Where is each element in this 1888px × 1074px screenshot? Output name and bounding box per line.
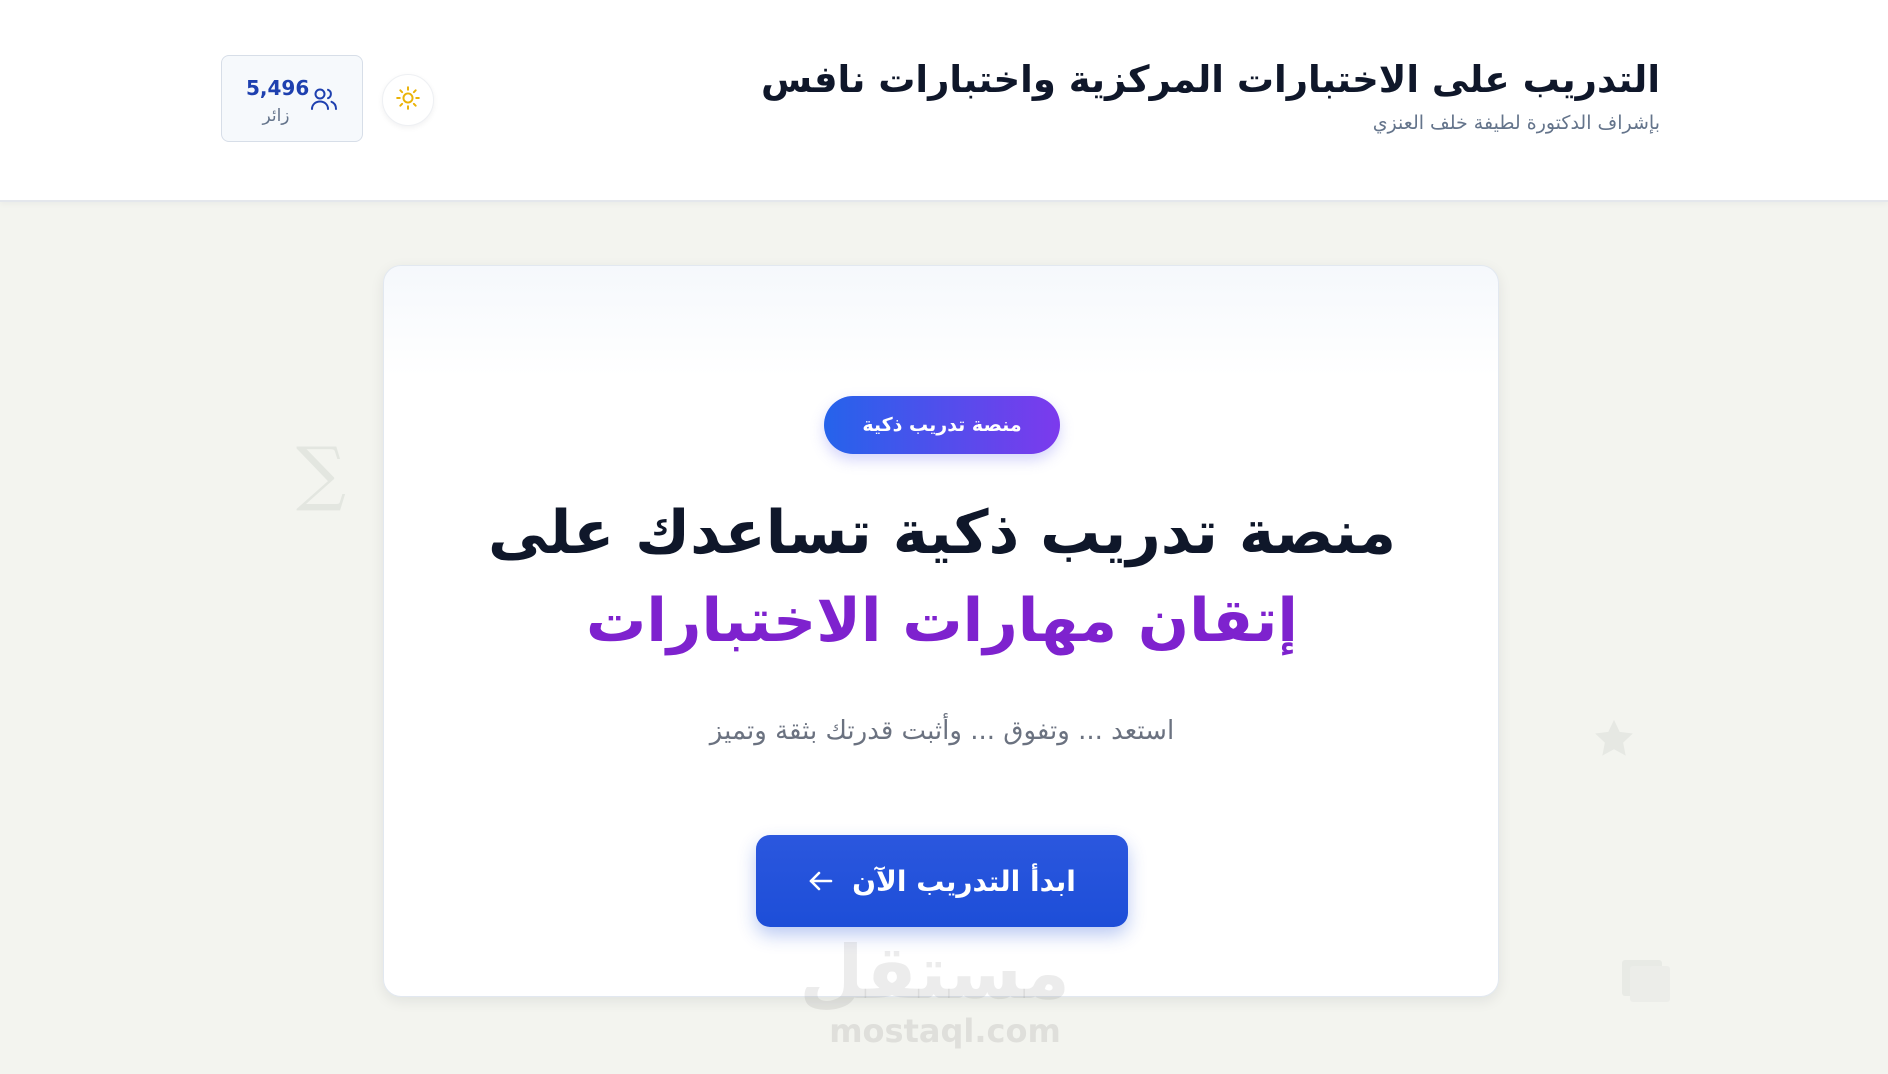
start-training-label: ابدأ التدريب الآن [852,864,1076,898]
hero-tagline: استعد ... وتفوق ... وأثبت قدرتك بثقة وتم… [709,716,1175,746]
site-header: التدريب على الاختبارات المركزية واختبارا… [0,0,1888,202]
platform-badge: منصة تدريب ذكية [824,396,1060,454]
hero-headline: منصة تدريب ذكية تساعدك على [488,498,1396,568]
site-title: التدريب على الاختبارات المركزية واختبارا… [761,58,1660,101]
watermark-url: mostaql.com [829,1012,1061,1050]
start-training-button[interactable]: ابدأ التدريب الآن [756,835,1128,927]
sun-icon [395,85,421,115]
users-icon [310,86,338,116]
hero-card: منصة تدريب ذكية منصة تدريب ذكية تساعدك ع… [383,265,1499,997]
visitor-count: 5,496 [246,76,310,100]
hero-headline-highlight: إتقان مهارات الاختبارات [586,586,1298,656]
book-icon [1620,956,1676,1008]
theme-toggle-button[interactable] [382,74,434,126]
sigma-icon: ∑ [296,432,346,514]
site-subtitle: بإشراف الدكتورة لطيفة خلف العنزي [1372,112,1660,134]
watermark-logo: مستقل [799,930,1070,1016]
star-icon [1592,718,1636,764]
arrow-left-icon [808,870,834,892]
visitor-counter: 5,496 زائر [221,55,363,142]
